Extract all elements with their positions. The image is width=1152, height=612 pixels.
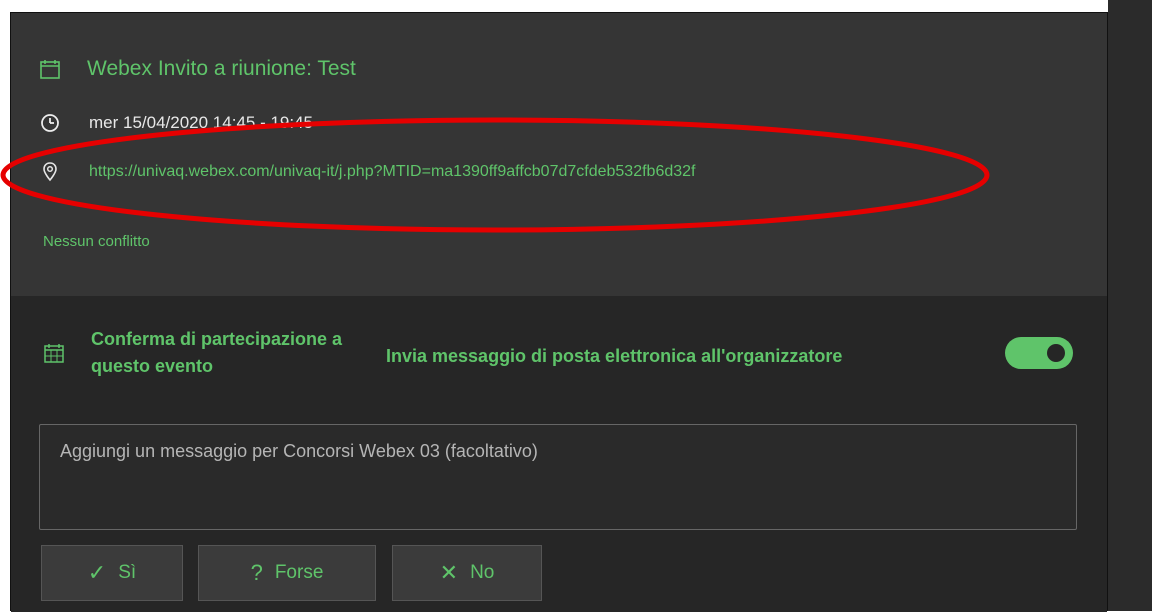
- event-datetime: mer 15/04/2020 14:45 - 19:45: [89, 113, 313, 132]
- conflict-status: Nessun conflitto: [43, 233, 150, 250]
- maybe-button[interactable]: ? Forse: [198, 545, 376, 601]
- app-root: Webex Invito a riunione: Test mer 15/04/…: [0, 0, 1152, 612]
- no-label: No: [470, 562, 495, 583]
- clock-icon: [39, 112, 61, 134]
- rsvp-header: Conferma di partecipazione a questo even…: [43, 326, 391, 380]
- email-organizer-toggle[interactable]: [1005, 337, 1073, 369]
- location-pin-icon: [39, 161, 61, 183]
- meeting-link[interactable]: https://univaq.webex.com/univaq-it/j.php…: [89, 163, 695, 181]
- event-details-card: Webex Invito a riunione: Test mer 15/04/…: [10, 12, 1108, 612]
- maybe-label: Forse: [274, 562, 324, 583]
- event-title[interactable]: Webex Invito a riunione: Test: [87, 57, 356, 81]
- rsvp-title: Conferma di partecipazione a questo even…: [91, 329, 343, 376]
- yes-label: Sì: [118, 562, 137, 583]
- right-side-panel: [1108, 0, 1152, 611]
- event-title-row: Webex Invito a riunione: Test: [39, 57, 356, 81]
- email-organizer-label: Invia messaggio di posta elettronica all…: [386, 346, 843, 366]
- check-icon: ✓: [87, 560, 107, 585]
- calendar-grid-icon: [43, 342, 65, 364]
- calendar-icon: [39, 58, 61, 80]
- message-input[interactable]: Aggiungi un messaggio per Concorsi Webex…: [39, 424, 1077, 530]
- x-icon: ✕: [439, 560, 459, 585]
- no-button[interactable]: ✕ No: [392, 545, 542, 601]
- message-placeholder: Aggiungi un messaggio per Concorsi Webex…: [60, 441, 538, 461]
- window-top-strip: [0, 0, 1152, 12]
- event-location-row: https://univaq.webex.com/univaq-it/j.php…: [39, 161, 695, 183]
- event-info-section: Webex Invito a riunione: Test mer 15/04/…: [11, 13, 1107, 296]
- yes-button[interactable]: ✓ Sì: [41, 545, 183, 601]
- question-icon: ?: [250, 560, 263, 585]
- event-time-row: mer 15/04/2020 14:45 - 19:45: [39, 112, 313, 134]
- toggle-knob: [1047, 344, 1065, 362]
